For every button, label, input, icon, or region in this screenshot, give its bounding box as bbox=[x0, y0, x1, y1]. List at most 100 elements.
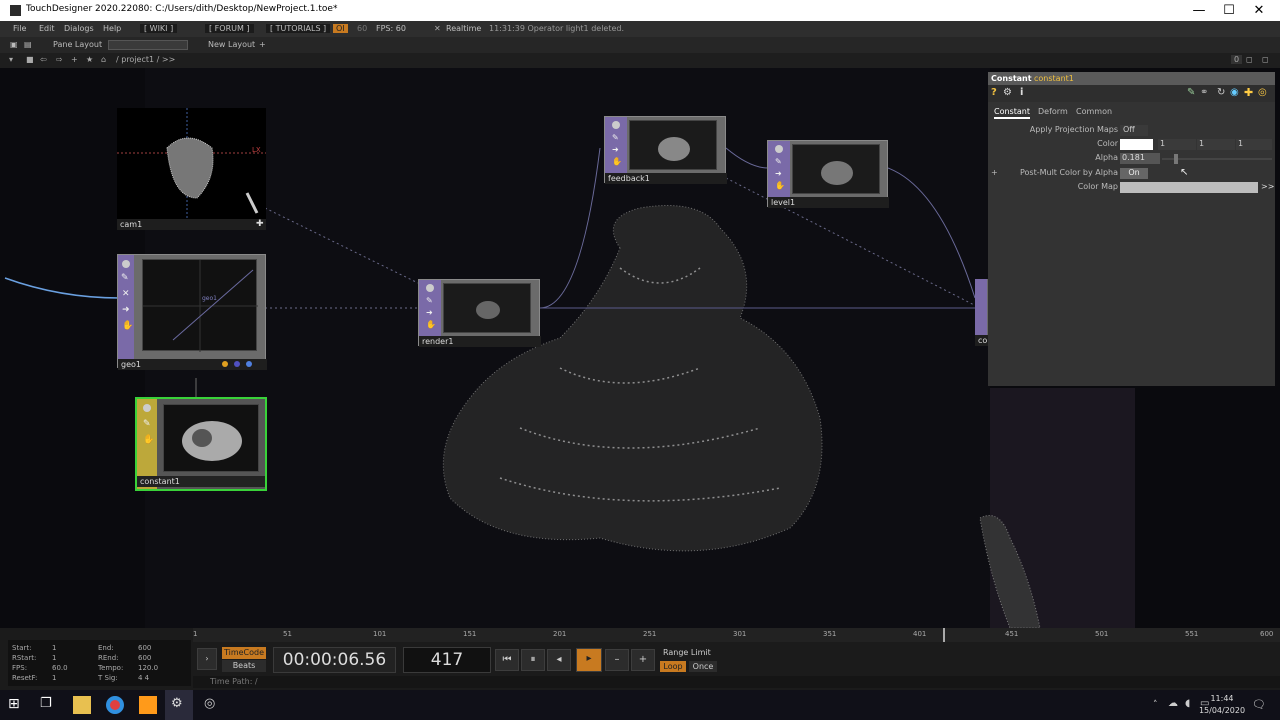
dropdown-icon[interactable]: ▾ bbox=[9, 55, 13, 64]
geo1-viewer-icon[interactable] bbox=[122, 260, 130, 268]
color-r-field[interactable]: 1 bbox=[1158, 139, 1196, 150]
geo1-flag-blue[interactable] bbox=[234, 361, 240, 367]
menu-file[interactable]: File bbox=[13, 24, 26, 33]
python-icon[interactable]: ⚙ bbox=[1003, 87, 1012, 98]
link-icon[interactable]: ⚭ bbox=[1200, 87, 1208, 98]
add-param-icon[interactable]: ✚ bbox=[1244, 86, 1253, 99]
render1-arrow-icon[interactable]: ➜ bbox=[426, 308, 433, 317]
geo1-lock-icon[interactable]: ✋ bbox=[122, 321, 133, 331]
node-render1[interactable]: ✎ ➜ ✋ render1 bbox=[418, 279, 541, 347]
realtime-checkbox-icon[interactable]: ✕ bbox=[434, 24, 441, 33]
geo1-bypass-icon[interactable]: ✕ bbox=[122, 289, 130, 299]
time-path-label[interactable]: Time Path: / bbox=[210, 677, 258, 686]
color-map-expand[interactable]: >> bbox=[1261, 182, 1274, 191]
alpha-field[interactable]: 0.181 bbox=[1120, 153, 1160, 164]
tab-constant[interactable]: Constant bbox=[994, 107, 1030, 119]
level1-arrow-icon[interactable]: ➜ bbox=[775, 169, 782, 178]
node-label-cam1[interactable]: cam1 bbox=[117, 219, 266, 230]
task-view-icon[interactable]: ❐ bbox=[40, 696, 58, 714]
color-map-field[interactable] bbox=[1120, 182, 1258, 193]
tsig-value[interactable]: 4 4 bbox=[138, 674, 149, 682]
feedback1-lock-icon[interactable]: ✋ bbox=[612, 157, 622, 166]
fps-value[interactable]: 60.0 bbox=[52, 664, 68, 672]
pane-icon-1[interactable]: ▣ bbox=[10, 40, 18, 49]
tab-deform[interactable]: Deform bbox=[1038, 107, 1068, 116]
timeline-ruler[interactable]: 1 51 101 151 201 251 301 351 401 451 501… bbox=[193, 628, 1280, 642]
pause-icon[interactable]: ⏸ bbox=[521, 649, 545, 671]
rstart-value[interactable]: 1 bbox=[52, 654, 56, 662]
add-layout-button[interactable]: + bbox=[259, 40, 266, 49]
tempo-value[interactable]: 120.0 bbox=[138, 664, 158, 672]
constant1-edit-icon[interactable]: ✎ bbox=[143, 419, 151, 429]
pencil-icon[interactable]: ✎ bbox=[1187, 87, 1195, 98]
cam-add-icon[interactable]: ✚ bbox=[256, 219, 264, 229]
file-explorer-icon[interactable] bbox=[73, 696, 91, 714]
forward-icon[interactable]: ⇨ bbox=[56, 55, 63, 64]
color-swatch[interactable] bbox=[1120, 139, 1153, 150]
node-constant1[interactable]: ✎ ✋ constant1 bbox=[135, 397, 267, 491]
render1-lock-icon[interactable]: ✋ bbox=[426, 320, 436, 329]
feedback1-edit-icon[interactable]: ✎ bbox=[612, 133, 619, 142]
loop-button[interactable]: Loop bbox=[660, 661, 686, 672]
render1-viewer-icon[interactable] bbox=[426, 284, 434, 292]
network-tray-icon[interactable]: ☁ bbox=[1168, 698, 1178, 709]
network-path[interactable]: / project1 / >> bbox=[116, 55, 175, 64]
param-expand-icon[interactable]: + bbox=[991, 168, 998, 177]
constant1-viewer-icon[interactable] bbox=[143, 404, 151, 412]
timecode-display[interactable]: 00:00:06.56 bbox=[273, 647, 396, 673]
render1-edit-icon[interactable]: ✎ bbox=[426, 296, 433, 305]
refresh-icon[interactable]: ↻ bbox=[1217, 87, 1225, 98]
minimize-button[interactable]: — bbox=[1184, 2, 1214, 19]
pane-split-icon[interactable]: ◻ bbox=[1246, 55, 1253, 64]
node-label-level1[interactable]: level1 bbox=[768, 197, 889, 208]
stop-icon[interactable]: ■ bbox=[26, 55, 34, 64]
network-icon[interactable]: ◉ bbox=[1230, 87, 1239, 98]
alpha-slider-track[interactable] bbox=[1162, 158, 1272, 160]
back-icon[interactable]: ⇦ bbox=[40, 55, 47, 64]
step-back-icon[interactable]: ◂ bbox=[547, 649, 571, 671]
volume-tray-icon[interactable]: ◖ bbox=[1185, 698, 1190, 709]
rend-value[interactable]: 600 bbox=[138, 654, 151, 662]
menu-edit[interactable]: Edit bbox=[39, 24, 55, 33]
alpha-slider-handle[interactable] bbox=[1174, 154, 1178, 164]
node-level1[interactable]: ✎ ➜ ✋ level1 bbox=[767, 140, 889, 208]
obs-icon[interactable]: ◎ bbox=[204, 696, 222, 714]
start-value[interactable]: 1 bbox=[52, 644, 56, 652]
forum-link[interactable]: [ FORUM ] bbox=[205, 24, 254, 33]
menu-dialogs[interactable]: Dialogs bbox=[64, 24, 94, 33]
color-g-field[interactable]: 1 bbox=[1197, 139, 1235, 150]
level1-viewer-icon[interactable] bbox=[775, 145, 783, 153]
playhead[interactable] bbox=[943, 628, 945, 642]
increase-icon[interactable]: + bbox=[631, 649, 655, 671]
pane-layout-buttons[interactable] bbox=[108, 40, 188, 50]
wiki-link[interactable]: [ WIKI ] bbox=[140, 24, 178, 33]
apply-projection-maps-toggle[interactable]: Off bbox=[1120, 125, 1148, 136]
constant1-lock-icon[interactable]: ✋ bbox=[143, 435, 154, 445]
rewind-icon[interactable]: ⏮ bbox=[495, 649, 519, 671]
chrome-icon[interactable] bbox=[106, 696, 124, 714]
node-label-constant1[interactable]: constant1 bbox=[137, 476, 265, 487]
help-icon[interactable]: ? bbox=[991, 87, 997, 98]
node-label-feedback1[interactable]: feedback1 bbox=[605, 173, 727, 184]
beats-mode-button[interactable]: Beats bbox=[222, 660, 266, 672]
add-icon[interactable]: + bbox=[71, 55, 78, 64]
clock-time[interactable]: 11:44 bbox=[1207, 694, 1237, 703]
new-layout-button[interactable]: New Layout bbox=[208, 40, 255, 49]
sublime-icon[interactable] bbox=[139, 696, 157, 714]
pane-maximize-icon[interactable]: ◻ bbox=[1262, 55, 1269, 64]
feedback1-arrow-icon[interactable]: ➜ bbox=[612, 145, 619, 154]
resetf-value[interactable]: 1 bbox=[52, 674, 56, 682]
menu-help[interactable]: Help bbox=[103, 24, 121, 33]
play-icon[interactable]: ▸ bbox=[576, 648, 602, 672]
node-label-render1[interactable]: render1 bbox=[419, 336, 541, 347]
geo1-arrow-icon[interactable]: ➜ bbox=[122, 305, 130, 315]
tab-common[interactable]: Common bbox=[1076, 107, 1112, 116]
timecode-mode-button[interactable]: TimeCode bbox=[222, 647, 266, 659]
node-cam1[interactable]: LX cam1 ✚ bbox=[117, 108, 266, 230]
notification-icon[interactable]: 🗨 bbox=[1252, 698, 1266, 711]
post-mult-toggle[interactable]: On bbox=[1120, 168, 1148, 179]
feedback1-viewer-icon[interactable] bbox=[612, 121, 620, 129]
node-feedback1[interactable]: ✎ ➜ ✋ feedback1 bbox=[604, 116, 727, 184]
level1-lock-icon[interactable]: ✋ bbox=[775, 181, 785, 190]
end-value[interactable]: 600 bbox=[138, 644, 151, 652]
